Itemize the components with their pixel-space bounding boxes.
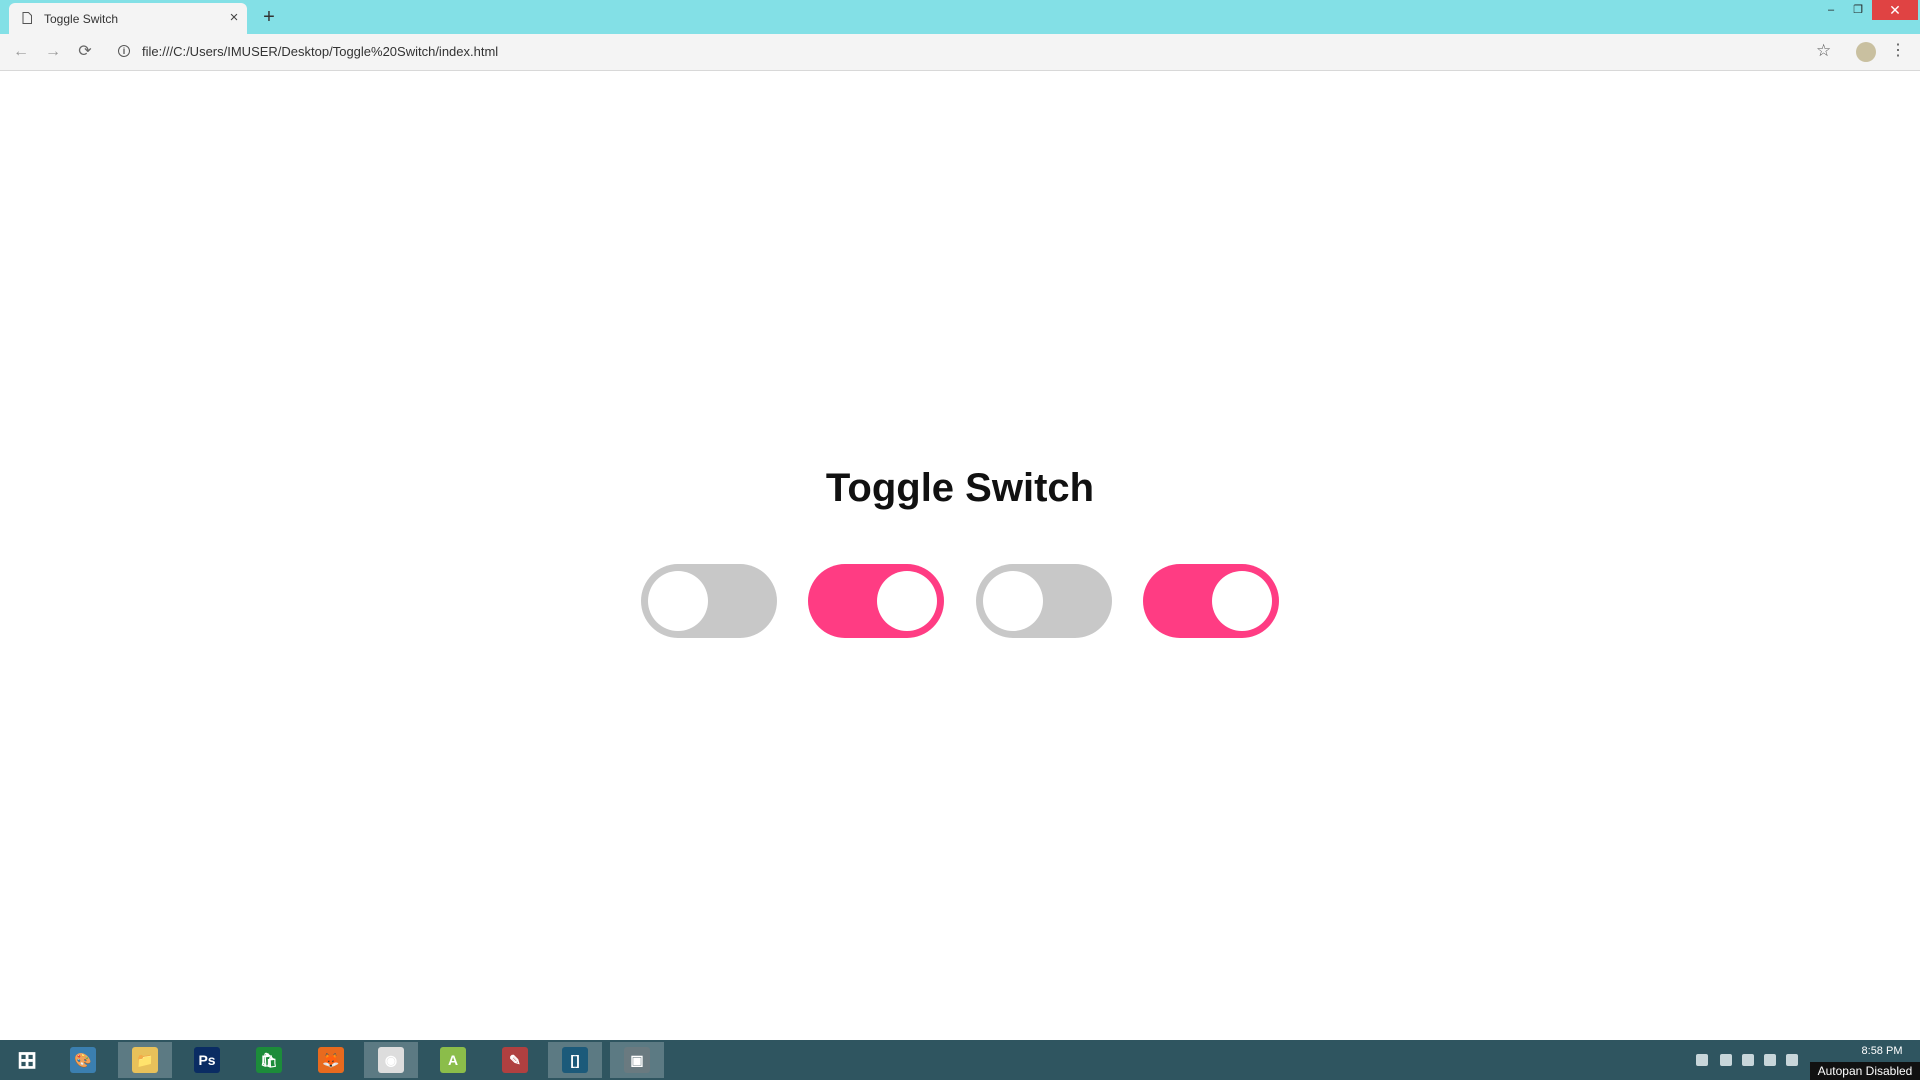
brackets-icon: [] <box>562 1047 588 1073</box>
taskbar-button-paint[interactable]: 🎨 <box>56 1042 110 1078</box>
toggle-switch-2[interactable] <box>808 564 944 638</box>
taskbar-button-windows-start[interactable]: ⊞ <box>0 1042 54 1078</box>
chrome-icon: ◉ <box>378 1047 404 1073</box>
tab-title: Toggle Switch <box>44 12 119 26</box>
profile-avatar[interactable] <box>1856 42 1876 62</box>
page-icon <box>22 12 32 24</box>
toggle-switch-4[interactable] <box>1143 564 1279 638</box>
maximize-button[interactable]: ❐ <box>1845 0 1871 20</box>
toggle-knob <box>1212 571 1272 631</box>
url-text[interactable]: file:///C:/Users/IMUSER/Desktop/Toggle%2… <box>142 44 498 59</box>
toggle-switch-3[interactable] <box>976 564 1112 638</box>
browser-titlebar: Toggle Switch × + – ❐ ✕ <box>0 0 1920 34</box>
autopan-status: Autopan Disabled <box>1810 1062 1920 1080</box>
taskbar-clock[interactable]: 8:58 PM <box>1852 1045 1912 1057</box>
tab-close-icon[interactable]: × <box>225 9 243 27</box>
reload-icon[interactable]: ⟳ <box>74 41 96 63</box>
toggle-switch-1[interactable] <box>641 564 777 638</box>
tray-flag-icon[interactable] <box>1742 1054 1754 1066</box>
android-studio-icon: A <box>440 1047 466 1073</box>
bookmark-star-icon[interactable]: ☆ <box>1816 41 1831 61</box>
browser-menu-icon[interactable]: ⋮ <box>1890 40 1906 60</box>
taskbar-button-chrome[interactable]: ◉ <box>364 1042 418 1078</box>
screen-recorder-icon: ▣ <box>624 1047 650 1073</box>
new-tab-button[interactable]: + <box>258 6 280 28</box>
windows-start-icon: ⊞ <box>16 1046 38 1074</box>
back-arrow-icon[interactable]: ← <box>10 41 32 63</box>
browser-tab[interactable]: Toggle Switch × <box>9 3 247 34</box>
tray-app-icon[interactable] <box>1720 1054 1732 1066</box>
taskbar-button-store[interactable]: 🛍 <box>242 1042 296 1078</box>
page-title: Toggle Switch <box>825 466 1095 510</box>
site-info-icon[interactable]: i <box>118 45 130 57</box>
toggle-knob <box>648 571 708 631</box>
photoshop-icon: Ps <box>194 1047 220 1073</box>
minimize-button[interactable]: – <box>1818 0 1844 20</box>
taskbar-button-screen-recorder[interactable]: ▣ <box>610 1042 664 1078</box>
network-icon[interactable] <box>1764 1054 1776 1066</box>
close-window-button[interactable]: ✕ <box>1872 0 1918 20</box>
paint-icon: 🎨 <box>70 1047 96 1073</box>
taskbar-button-android-studio[interactable]: A <box>426 1042 480 1078</box>
toggle-knob <box>877 571 937 631</box>
file-explorer-icon: 📁 <box>132 1047 158 1073</box>
taskbar-button-photoshop[interactable]: Ps <box>180 1042 234 1078</box>
tray-arrow-icon[interactable] <box>1696 1054 1708 1066</box>
firefox-icon: 🦊 <box>318 1047 344 1073</box>
taskbar-button-firefox[interactable]: 🦊 <box>304 1042 358 1078</box>
paint-tool-icon: ✎ <box>502 1047 528 1073</box>
address-bar[interactable]: i file:///C:/Users/IMUSER/Desktop/Toggle… <box>112 39 1812 65</box>
taskbar-button-file-explorer[interactable]: 📁 <box>118 1042 172 1078</box>
toggle-knob <box>983 571 1043 631</box>
volume-icon[interactable] <box>1786 1054 1798 1066</box>
taskbar-button-paint-tool[interactable]: ✎ <box>488 1042 542 1078</box>
taskbar-button-brackets[interactable]: [] <box>548 1042 602 1078</box>
store-icon: 🛍 <box>256 1047 282 1073</box>
browser-toolbar: ← → ⟳ i file:///C:/Users/IMUSER/Desktop/… <box>0 34 1920 71</box>
forward-arrow-icon[interactable]: → <box>42 41 64 63</box>
